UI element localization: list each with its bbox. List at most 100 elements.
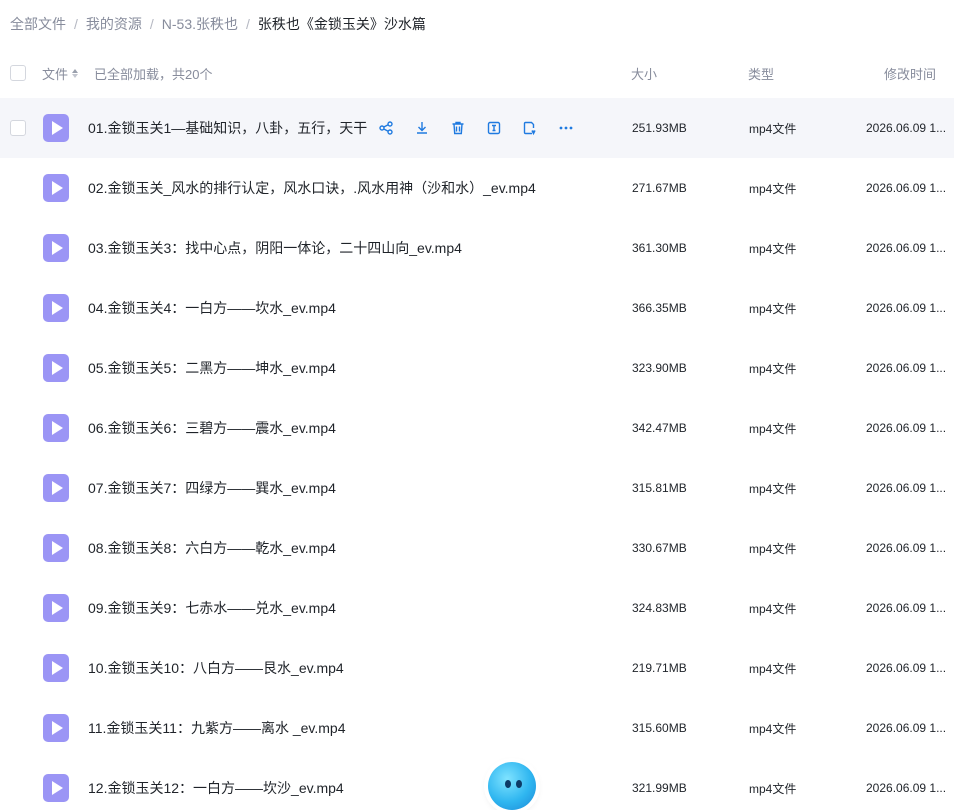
file-modified-time: 2026.06.09 1... [866,481,947,495]
file-modified-time: 2026.06.09 1... [866,361,947,375]
table-row[interactable]: 08.金锁玉关8：六白方——乾水_ev.mp4 330.67MB mp4文件 2… [0,518,954,578]
download-icon[interactable] [408,116,436,140]
file-name[interactable]: 12.金锁玉关12：一白方——坎沙_ev.mp4 [88,778,344,798]
file-type: mp4文件 [749,601,797,616]
table-row[interactable]: 04.金锁玉关4：一白方——坎水_ev.mp4 366.35MB mp4文件 2… [0,278,954,338]
table-row[interactable]: 03.金锁玉关3：找中心点，阴阳一体论，二十四山向_ev.mp4 361.30M… [0,218,954,278]
table-row[interactable]: 05.金锁玉关5：二黑方——坤水_ev.mp4 323.90MB mp4文件 2… [0,338,954,398]
assistant-mascot-icon[interactable] [488,762,536,810]
file-modified-time: 2026.06.09 1... [866,121,947,135]
video-file-icon [43,474,69,502]
column-header-size[interactable]: 大小 [631,64,657,83]
row-checkbox[interactable] [10,120,26,136]
file-type: mp4文件 [749,661,797,676]
file-modified-time: 2026.06.09 1... [866,541,947,555]
file-type: mp4文件 [749,241,797,256]
loaded-count-text: 已全部加载，共20个 [94,66,213,82]
table-row[interactable]: 09.金锁玉关9：七赤水——兑水_ev.mp4 324.83MB mp4文件 2… [0,578,954,638]
video-file-icon [43,414,69,442]
mascot-eye [516,780,522,788]
breadcrumb-my-resources[interactable]: 我的资源 [86,14,142,34]
video-file-icon [43,354,69,382]
file-type: mp4文件 [749,421,797,436]
file-size: 219.71MB [632,661,687,675]
video-file-icon [43,114,69,142]
column-header-type[interactable]: 类型 [748,64,774,83]
file-name[interactable]: 08.金锁玉关8：六白方——乾水_ev.mp4 [88,538,336,558]
file-type: mp4文件 [749,121,797,136]
file-modified-time: 2026.06.09 1... [866,181,947,195]
file-name[interactable]: 04.金锁玉关4：一白方——坎水_ev.mp4 [88,298,336,318]
breadcrumb: 全部文件 / 我的资源 / N-53.张秩也 / 张秩也《金锁玉关》沙水篇 [0,0,954,48]
file-name[interactable]: 09.金锁玉关9：七赤水——兑水_ev.mp4 [88,598,336,618]
table-row[interactable]: 06.金锁玉关6：三碧方——震水_ev.mp4 342.47MB mp4文件 2… [0,398,954,458]
table-row[interactable]: 01.金锁玉关1—基础知识，八卦，五行，天干 251.93MB mp4文件 20 [0,98,954,158]
column-name-label: 文件 [42,66,69,82]
file-size: 323.90MB [632,361,687,375]
file-name[interactable]: 07.金锁玉关7：四绿方——巽水_ev.mp4 [88,478,336,498]
file-name[interactable]: 06.金锁玉关6：三碧方——震水_ev.mp4 [88,418,336,438]
file-type: mp4文件 [749,181,797,196]
file-modified-time: 2026.06.09 1... [866,781,947,795]
breadcrumb-separator: / [74,16,78,32]
file-size: 342.47MB [632,421,687,435]
table-row[interactable]: 12.金锁玉关12：一白方——坎沙_ev.mp4 321.99MB mp4文件 … [0,758,954,810]
video-file-icon [43,654,69,682]
file-type: mp4文件 [749,361,797,376]
file-size: 315.81MB [632,481,687,495]
file-list: 01.金锁玉关1—基础知识，八卦，五行，天干 251.93MB mp4文件 20 [0,98,954,810]
more-icon[interactable] [552,116,580,140]
video-file-icon [43,534,69,562]
share-icon[interactable] [372,116,400,140]
video-file-icon [43,234,69,262]
column-header-name[interactable]: 文件 已全部加载，共20个 [42,64,212,83]
file-modified-time: 2026.06.09 1... [866,421,947,435]
file-type: mp4文件 [749,721,797,736]
file-modified-time: 2026.06.09 1... [866,241,947,255]
video-file-icon [43,174,69,202]
table-row[interactable]: 07.金锁玉关7：四绿方——巽水_ev.mp4 315.81MB mp4文件 2… [0,458,954,518]
file-size: 366.35MB [632,301,687,315]
sort-icon[interactable] [72,68,79,78]
breadcrumb-separator: / [246,16,250,32]
file-type: mp4文件 [749,481,797,496]
file-size: 315.60MB [632,721,687,735]
file-name[interactable]: 03.金锁玉关3：找中心点，阴阳一体论，二十四山向_ev.mp4 [88,238,462,258]
breadcrumb-separator: / [149,16,154,32]
file-type: mp4文件 [749,541,797,556]
file-type: mp4文件 [749,301,797,316]
delete-icon[interactable] [444,116,472,140]
file-size: 330.67MB [632,541,687,555]
breadcrumb-folder-n53[interactable]: N-53.张秩也 [162,14,238,34]
breadcrumb-all-files[interactable]: 全部文件 [10,14,66,34]
file-modified-time: 2026.06.09 1... [866,721,947,735]
file-modified-time: 2026.06.09 1... [866,301,947,315]
file-name[interactable]: 10.金锁玉关10：八白方——艮水_ev.mp4 [88,658,344,678]
row-actions [372,116,580,140]
breadcrumb-current-folder: 张秩也《金锁玉关》沙水篇 [257,16,426,32]
table-row[interactable]: 11.金锁玉关11：九紫方——离水 _ev.mp4 315.60MB mp4文件… [0,698,954,758]
file-list-header: 文件 已全部加载，共20个 大小 类型 修改时间 [0,48,954,98]
file-modified-time: 2026.06.09 1... [866,601,947,615]
file-name[interactable]: 01.金锁玉关1—基础知识，八卦，五行，天干 [88,118,367,138]
file-size: 321.99MB [632,781,687,795]
video-file-icon [43,774,69,802]
file-name[interactable]: 02.金锁玉关_风水的排行认定，风水口诀，.风水用神（沙和水）_ev.mp4 [88,178,536,198]
select-all-checkbox[interactable] [10,65,26,81]
table-row[interactable]: 02.金锁玉关_风水的排行认定，风水口诀，.风水用神（沙和水）_ev.mp4 2… [0,158,954,218]
copy-link-icon[interactable] [516,116,544,140]
file-type: mp4文件 [749,781,797,796]
file-size: 271.67MB [632,181,687,195]
file-size: 251.93MB [632,121,687,135]
file-size: 324.83MB [632,601,687,615]
file-name[interactable]: 11.金锁玉关11：九紫方——离水 _ev.mp4 [88,718,346,738]
file-size: 361.30MB [632,241,687,255]
file-modified-time: 2026.06.09 1... [866,661,947,675]
video-file-icon [43,594,69,622]
rename-icon[interactable] [480,116,508,140]
video-file-icon [43,294,69,322]
table-row[interactable]: 10.金锁玉关10：八白方——艮水_ev.mp4 219.71MB mp4文件 … [0,638,954,698]
file-name[interactable]: 05.金锁玉关5：二黑方——坤水_ev.mp4 [88,358,336,378]
mascot-eye [505,780,511,788]
column-header-modified-time[interactable]: 修改时间 [884,64,936,83]
